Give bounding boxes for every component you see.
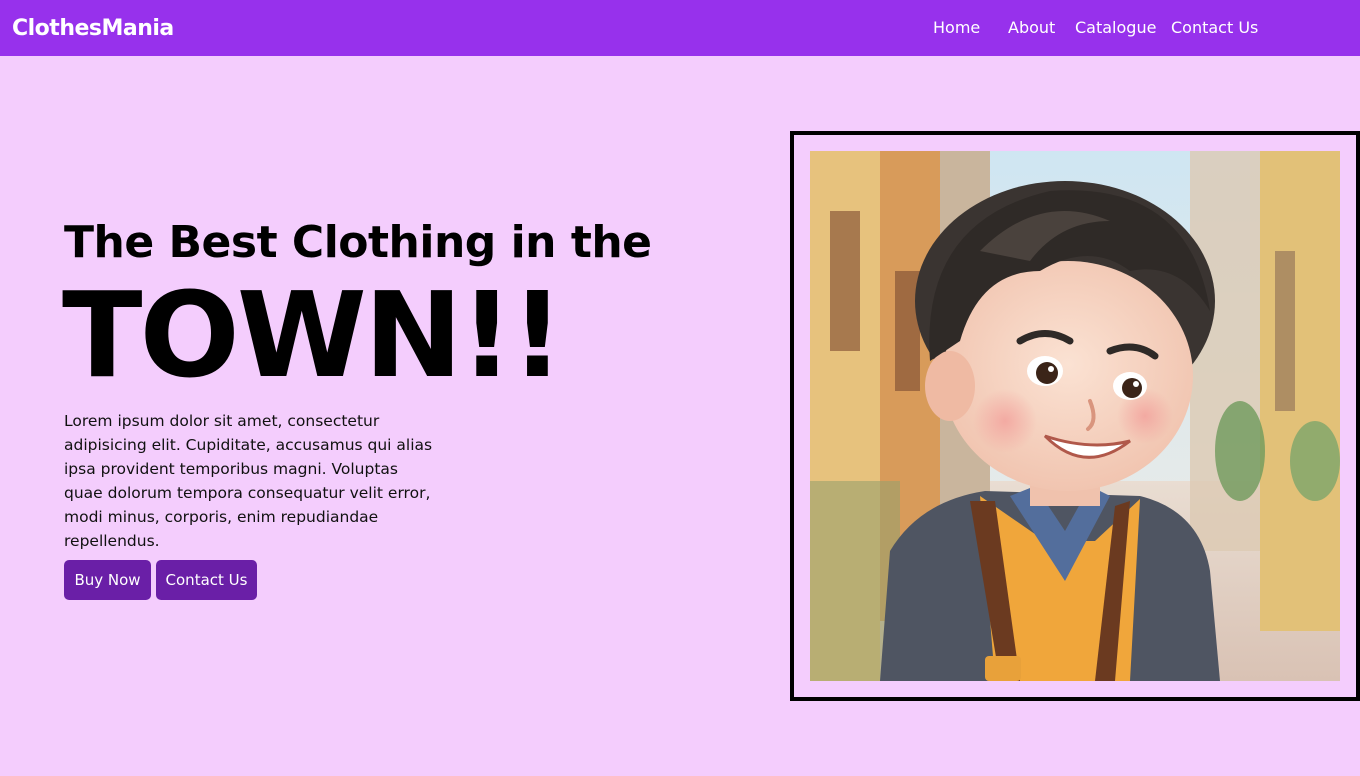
buy-now-button[interactable]: Buy Now — [64, 560, 151, 600]
hero-image — [810, 151, 1340, 681]
navbar: ClothesMania Home About Catalogue Contac… — [0, 0, 1360, 56]
hero-image-frame — [790, 131, 1360, 701]
nav-link-home[interactable]: Home — [933, 18, 980, 38]
hero-subtitle: The Best Clothing in the — [64, 217, 652, 268]
contact-us-button[interactable]: Contact Us — [156, 560, 257, 600]
nav-link-contact-us[interactable]: Contact Us — [1171, 18, 1258, 38]
cartoon-boy-portrait-icon — [810, 151, 1340, 681]
nav-link-catalogue[interactable]: Catalogue — [1075, 18, 1156, 38]
hero-description: Lorem ipsum dolor sit amet, consectetur … — [64, 412, 433, 550]
hero-title: TOWN!! — [62, 266, 564, 404]
brand-logo[interactable]: ClothesMania — [12, 15, 174, 43]
nav-link-about[interactable]: About — [1008, 18, 1055, 38]
